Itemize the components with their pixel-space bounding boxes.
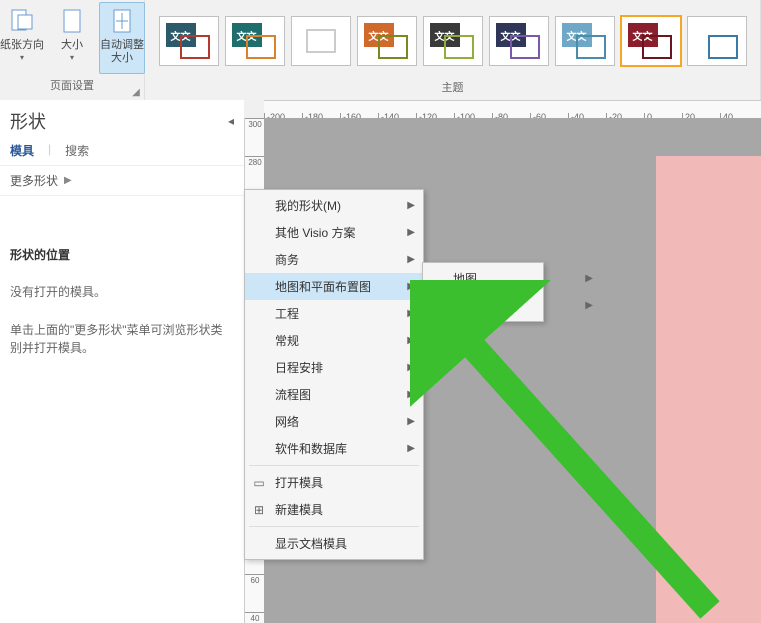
menu-item-new[interactable]: ⊞新建模具: [245, 496, 433, 523]
theme-swatch[interactable]: 文文: [555, 16, 615, 66]
grid-icon: ⊞: [251, 502, 267, 518]
ribbon-group-themes: 文文文文文文文文文文文文文文文 主题: [145, 0, 761, 100]
menu-item-gen[interactable]: 常规▶: [245, 327, 433, 354]
theme-swatch[interactable]: [291, 16, 351, 66]
menu-item-open[interactable]: ▭打开模具: [245, 469, 433, 496]
autofit-icon: [106, 5, 138, 37]
chevron-right-icon: ▶: [64, 175, 72, 186]
shapes-info: 形状的位置 没有打开的模具。 单击上面的"更多形状"菜单可浏览形状类别并打开模具…: [0, 196, 244, 357]
menu-item-show-doc[interactable]: 显示文档模具: [245, 530, 433, 557]
size-icon: [56, 5, 88, 37]
dialog-launcher-icon[interactable]: ◢: [130, 86, 142, 98]
shapes-title: 形状: [10, 108, 46, 134]
orientation-button[interactable]: 纸张方向 ▾: [0, 2, 45, 74]
shapes-tabs: 模具 | 搜索: [0, 138, 244, 165]
tab-stencils[interactable]: 模具: [10, 142, 34, 159]
orientation-icon: [6, 5, 38, 37]
stencils-hint-text: 单击上面的"更多形状"菜单可浏览形状类别并打开模具。: [10, 321, 234, 357]
menu-item-flow[interactable]: 流程图▶: [245, 381, 433, 408]
menu-item-biz[interactable]: 商务▶: [245, 246, 433, 273]
theme-gallery: 文文文文文文文文文文文文文文文: [153, 0, 753, 78]
dropdown-icon: ▾: [20, 53, 24, 62]
ruler-tick: 300: [245, 118, 265, 129]
menu-item-net[interactable]: 网络▶: [245, 408, 433, 435]
more-shapes-button[interactable]: 更多形状 ▶: [0, 165, 244, 196]
menu-item-my[interactable]: 我的形状(M)▶: [245, 192, 433, 219]
tab-search[interactable]: 搜索: [65, 142, 89, 159]
autofit-button[interactable]: 自动调整大小: [99, 2, 145, 74]
menu-item-sched[interactable]: 日程安排▶: [245, 354, 433, 381]
ruler-tick: 60: [245, 574, 265, 585]
more-shapes-menu: 我的形状(M)▶其他 Visio 方案▶商务▶地图和平面布置图▶工程▶常规▶日程…: [244, 189, 424, 560]
ruler-horizontal: -200-180-160-140-120-100-80-60-40-200204…: [264, 100, 761, 120]
submenu-item-1[interactable]: 建筑设计图▶: [423, 292, 611, 319]
more-shapes-label: 更多形状: [10, 172, 58, 189]
ruler-tick: 40: [245, 612, 265, 623]
no-stencils-text: 没有打开的模具。: [10, 283, 234, 301]
theme-swatch[interactable]: 文文: [357, 16, 417, 66]
menu-item-other[interactable]: 其他 Visio 方案▶: [245, 219, 433, 246]
ruler-tick: 280: [245, 156, 265, 167]
size-label: 大小: [61, 39, 83, 52]
menu-item-soft[interactable]: 软件和数据库▶: [245, 435, 433, 462]
group-label-page-setup: 页面设置: [0, 76, 144, 96]
theme-swatch[interactable]: 文文: [159, 16, 219, 66]
size-button[interactable]: 大小 ▾: [49, 2, 95, 74]
theme-swatch[interactable]: 文文: [621, 16, 681, 66]
theme-swatch[interactable]: 文文: [225, 16, 285, 66]
orientation-label: 纸张方向: [0, 39, 44, 52]
drawing-page[interactable]: [656, 156, 761, 623]
autofit-label: 自动调整大小: [100, 39, 144, 65]
theme-swatch[interactable]: 文文: [489, 16, 549, 66]
submenu-item-0[interactable]: 地图▶: [423, 265, 611, 292]
menu-item-map[interactable]: 地图和平面布置图▶: [245, 273, 433, 300]
folder-icon: ▭: [251, 475, 267, 491]
theme-swatch[interactable]: 文文: [423, 16, 483, 66]
theme-swatch[interactable]: 文: [687, 16, 747, 66]
collapse-icon[interactable]: ◂: [228, 114, 234, 128]
shapes-position-title: 形状的位置: [10, 246, 234, 263]
shapes-pane: 形状 ◂ 模具 | 搜索 更多形状 ▶ 形状的位置 没有打开的模具。 单击上面的…: [0, 100, 245, 623]
maps-submenu: 地图▶建筑设计图▶: [422, 262, 544, 322]
menu-item-eng[interactable]: 工程▶: [245, 300, 433, 327]
dropdown-icon: ▾: [70, 53, 74, 62]
ribbon-group-page-setup: 纸张方向 ▾ 大小 ▾ 自动调整大小 页面设置 ◢: [0, 0, 145, 100]
ribbon: 纸张方向 ▾ 大小 ▾ 自动调整大小 页面设置 ◢ 文文文文文文文文文文文文文文…: [0, 0, 761, 101]
group-label-themes: 主题: [145, 78, 760, 98]
